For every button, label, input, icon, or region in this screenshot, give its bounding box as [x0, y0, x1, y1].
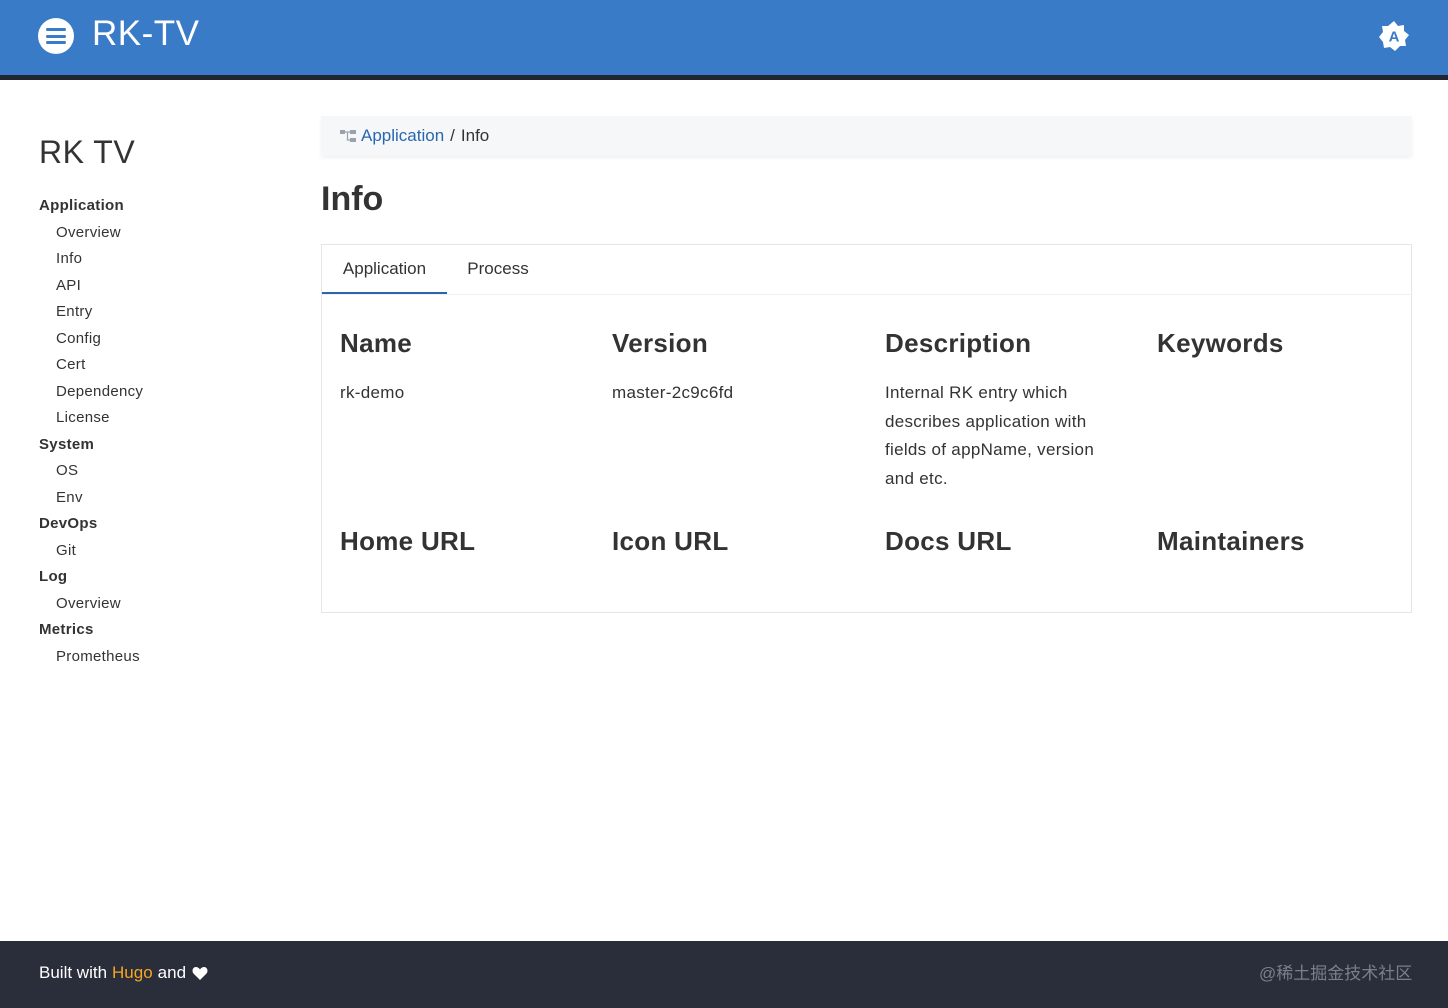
field-label-keywords: Keywords: [1157, 328, 1284, 358]
field-value-version: master-2c9c6fd: [612, 383, 734, 402]
sidebar-item-cert[interactable]: Cert: [39, 352, 289, 379]
description-line: and etc.: [885, 468, 948, 488]
footer-prefix: Built with: [39, 963, 108, 982]
breadcrumb-link-application[interactable]: Application: [361, 126, 444, 146]
sidebar-item-prometheus[interactable]: Prometheus: [39, 644, 289, 671]
field-label-docs-url: Docs URL: [885, 526, 1012, 556]
sidebar-item-config[interactable]: Config: [39, 326, 289, 353]
sidebar-item-entry[interactable]: Entry: [39, 299, 289, 326]
tab-application[interactable]: Application: [322, 245, 447, 294]
footer-hugo-link[interactable]: Hugo: [112, 963, 153, 983]
sitemap-icon: [340, 130, 356, 142]
footer-suffix: and: [157, 963, 187, 982]
field-value-name: rk-demo: [340, 383, 405, 402]
sidebar-item-env[interactable]: Env: [39, 485, 289, 512]
auto-theme-icon[interactable]: A: [1378, 20, 1410, 52]
field-label-icon-url: Icon URL: [612, 526, 729, 556]
sidebar-item-license[interactable]: License: [39, 405, 289, 432]
top-navbar: RK-TV A: [0, 0, 1448, 80]
footer-credit: Built with Hugo and: [39, 963, 208, 983]
field-label-name: Name: [340, 328, 413, 358]
field-label-home-url: Home URL: [340, 526, 476, 556]
brand-title[interactable]: RK-TV: [92, 14, 200, 54]
sidebar-group-system[interactable]: System: [39, 432, 289, 459]
sidebar-title: RK TV: [39, 134, 136, 170]
sidebar-group-log[interactable]: Log: [39, 564, 289, 591]
menu-circle-icon[interactable]: [38, 18, 74, 54]
description-line: Internal RK entry which: [885, 383, 1068, 402]
breadcrumb-current: Info: [460, 126, 490, 145]
info-card: Application Process Name rk-demo Version…: [321, 244, 1412, 613]
sidebar-item-info[interactable]: Info: [39, 246, 289, 273]
page-title: Info: [321, 180, 384, 218]
footer: Built with Hugo and @稀土掘金技术社区: [0, 941, 1448, 1008]
svg-text:A: A: [1389, 29, 1400, 46]
field-label-maintainers: Maintainers: [1157, 526, 1305, 556]
description-line: fields of appName, version: [885, 440, 1095, 459]
sidebar-item-git[interactable]: Git: [39, 538, 289, 565]
sidebar-item-os[interactable]: OS: [39, 458, 289, 485]
breadcrumb-separator: /: [450, 126, 455, 145]
field-value-description: Internal RK entry which describes applic…: [885, 379, 1145, 493]
tab-bar: Application Process: [322, 245, 1411, 295]
sidebar-item-dependency[interactable]: Dependency: [39, 379, 289, 406]
watermark-text: @稀土掘金技术社区: [1259, 964, 1413, 983]
sidebar-group-devops[interactable]: DevOps: [39, 511, 289, 538]
sidebar-item-overview[interactable]: Overview: [39, 220, 289, 247]
field-label-description: Description: [885, 328, 1032, 358]
sidebar: RK TV Application Overview Info API Entr…: [39, 134, 289, 670]
sidebar-item-api[interactable]: API: [39, 273, 289, 300]
sidebar-item-log-overview[interactable]: Overview: [39, 591, 289, 618]
tab-process[interactable]: Process: [447, 245, 549, 294]
description-line: describes application with: [885, 411, 1087, 431]
sidebar-group-metrics[interactable]: Metrics: [39, 617, 289, 644]
sidebar-group-application[interactable]: Application: [39, 193, 289, 220]
heart-icon: [192, 966, 208, 980]
breadcrumb: Application / Info: [321, 116, 1412, 156]
field-label-version: Version: [612, 328, 709, 358]
